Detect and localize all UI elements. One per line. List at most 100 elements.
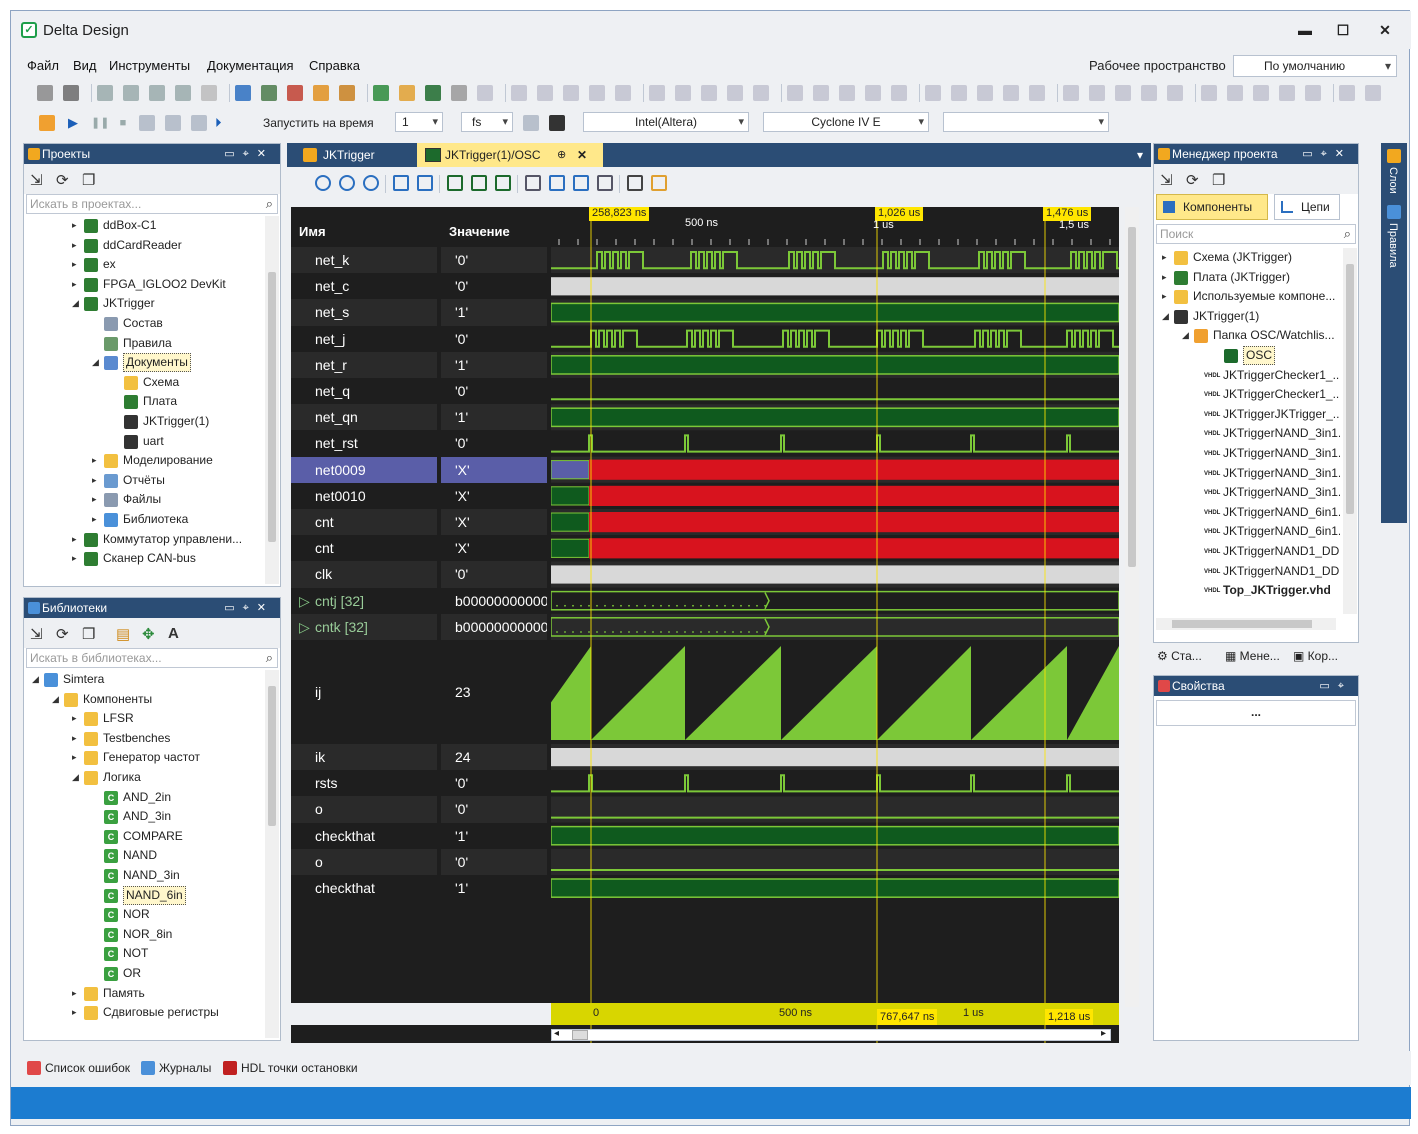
signal-value-row[interactable]: '1' (441, 875, 547, 901)
toolbar-tool-icon[interactable] (201, 85, 217, 101)
toolbar-tool-icon[interactable] (839, 85, 855, 101)
toolbar-tool-icon[interactable] (787, 85, 803, 101)
move-icon[interactable]: ✥ (142, 625, 155, 643)
expand-icon[interactable]: ▸ (92, 490, 102, 509)
toolbar-tool-icon[interactable] (649, 85, 665, 101)
expand-icon[interactable]: ▸ (72, 530, 82, 549)
collapse-icon[interactable]: ⇲ (30, 625, 43, 643)
signal-value-row[interactable]: '1' (441, 299, 547, 326)
toolbar-tool-icon[interactable] (477, 85, 493, 101)
search-icon[interactable]: ⌕ (266, 195, 273, 213)
toolbar-tool-icon[interactable] (451, 85, 467, 101)
signal-name-row[interactable]: net_r (291, 351, 437, 378)
signal-name-row[interactable]: o (291, 848, 437, 875)
expand-icon[interactable]: ▸ (72, 729, 82, 748)
search-icon[interactable]: ⌕ (1344, 225, 1351, 243)
cursor-icon[interactable] (525, 175, 541, 191)
copy-icon[interactable]: ❐ (1212, 171, 1225, 189)
ruler-track[interactable]: 0 500 ns 1 us 767,647 ns 1,218 us (551, 1003, 1119, 1025)
signal-value-row[interactable]: '0' (441, 561, 547, 588)
refresh-icon[interactable]: ⟳ (1186, 171, 1199, 189)
expand-icon[interactable]: ▸ (72, 549, 82, 568)
run-time-input[interactable]: 1 (395, 112, 443, 132)
zoom-fit-icon[interactable] (363, 175, 379, 191)
panel-controls-icon[interactable]: ▭⌖✕ (224, 598, 274, 618)
maximize-button[interactable]: ☐ (1331, 20, 1355, 40)
collapse-icon[interactable]: ◢ (72, 294, 82, 313)
expand-icon[interactable]: ▸ (72, 255, 82, 274)
collapse-icon[interactable]: ⇲ (30, 171, 43, 189)
properties-selector[interactable]: ... (1156, 700, 1356, 726)
capture-icon[interactable] (495, 175, 511, 191)
toolbar-tool-icon[interactable] (175, 85, 191, 101)
capture-icon[interactable] (447, 175, 463, 191)
signal-name-row[interactable]: ij (291, 640, 437, 744)
signal-value-row[interactable]: 24 (441, 744, 547, 771)
signal-value-row[interactable]: 'X' (441, 456, 547, 483)
toolbar-tool-icon[interactable] (1141, 85, 1157, 101)
scroll-thumb[interactable] (1346, 264, 1354, 514)
signal-name-row[interactable]: net_s (291, 299, 437, 326)
toolbar-tool-icon[interactable] (287, 85, 303, 101)
signal-name-row[interactable]: net_rst (291, 430, 437, 456)
signal-value-row[interactable]: '1' (441, 823, 547, 849)
zoom-in-icon[interactable] (315, 175, 331, 191)
toolbar-tool-icon[interactable] (1201, 85, 1217, 101)
cursor-icon[interactable] (549, 175, 565, 191)
toolbar-tool-icon[interactable] (1003, 85, 1019, 101)
panel-controls-icon[interactable]: ▭⌖✕ (224, 144, 274, 164)
pin-icon[interactable]: ⊕ (557, 143, 566, 167)
library-add-icon[interactable]: ▤ (116, 625, 130, 643)
signal-value-row[interactable]: '1' (441, 404, 547, 431)
scroll-left-icon[interactable]: ◂ (554, 1028, 559, 1039)
toolbar-tool-icon[interactable] (727, 85, 743, 101)
step-icon[interactable] (139, 115, 155, 131)
collapse-icon[interactable]: ⇲ (1160, 171, 1173, 189)
signal-name-row[interactable]: cnt (291, 535, 437, 561)
toolbar-tool-icon[interactable] (589, 85, 605, 101)
collapse-icon[interactable]: ◢ (92, 353, 102, 372)
signal-name-row[interactable]: clk (291, 561, 437, 588)
expand-icon[interactable]: ▸ (92, 471, 102, 490)
menu-documentation[interactable]: Документация (207, 58, 294, 73)
signal-value-row[interactable]: b00000000000 (441, 613, 547, 640)
expand-icon[interactable]: ▷ (299, 614, 310, 640)
tab-manager[interactable]: ▦ Мене... (1225, 649, 1280, 663)
signal-name-row[interactable]: net_q (291, 378, 437, 404)
menu-help[interactable]: Справка (309, 58, 360, 73)
abc-icon[interactable] (627, 175, 643, 191)
toolbar-tool-icon[interactable] (261, 85, 277, 101)
expand-icon[interactable]: ▸ (72, 748, 82, 767)
panel-controls-icon[interactable]: ▭⌖✕ (1302, 144, 1352, 164)
expand-icon[interactable]: ▸ (72, 216, 82, 235)
collapse-icon[interactable]: ◢ (1162, 307, 1172, 326)
go-start-icon[interactable] (393, 175, 409, 191)
signal-name-row[interactable]: cnt (291, 509, 437, 536)
toolbar-tool-icon[interactable] (925, 85, 941, 101)
expand-icon[interactable]: ▸ (72, 984, 82, 1003)
tab-hdl-breakpoints[interactable]: HDL точки остановки (223, 1061, 358, 1075)
toolbar-tool-icon[interactable] (675, 85, 691, 101)
device-select[interactable]: Cyclone IV E (763, 112, 929, 132)
toolbar-tool-icon[interactable] (1227, 85, 1243, 101)
copy-icon[interactable]: ❐ (82, 171, 95, 189)
strip-layers[interactable]: Слои (1387, 167, 1399, 194)
toolbar-tool-icon[interactable] (1089, 85, 1105, 101)
waveform-canvas[interactable] (551, 207, 1119, 1043)
stop-icon[interactable]: ■ (115, 115, 131, 131)
toolbar-tool-icon[interactable] (97, 85, 113, 101)
signal-value-row[interactable]: '0' (441, 796, 547, 823)
search-icon[interactable]: ⌕ (266, 649, 273, 667)
tab-close-icon[interactable]: ✕ (577, 143, 587, 167)
scroll-right-icon[interactable]: ▸ (1101, 1028, 1106, 1039)
run-time-icon[interactable]: ⏵ (215, 115, 231, 131)
signal-name-row[interactable]: o (291, 796, 437, 823)
waveform-column[interactable]: 258,823 ns 1,026 us 1,476 us 500 ns 1 us… (551, 207, 1119, 1043)
tab-status[interactable]: ⚙ Ста... (1157, 649, 1202, 663)
edit-icon[interactable] (651, 175, 667, 191)
toolbar-tool-icon[interactable] (123, 85, 139, 101)
toolbar-tool-icon[interactable] (563, 85, 579, 101)
cursor-icon[interactable] (597, 175, 613, 191)
toolbar-tool-icon[interactable] (537, 85, 553, 101)
collapse-icon[interactable]: ◢ (72, 768, 82, 787)
